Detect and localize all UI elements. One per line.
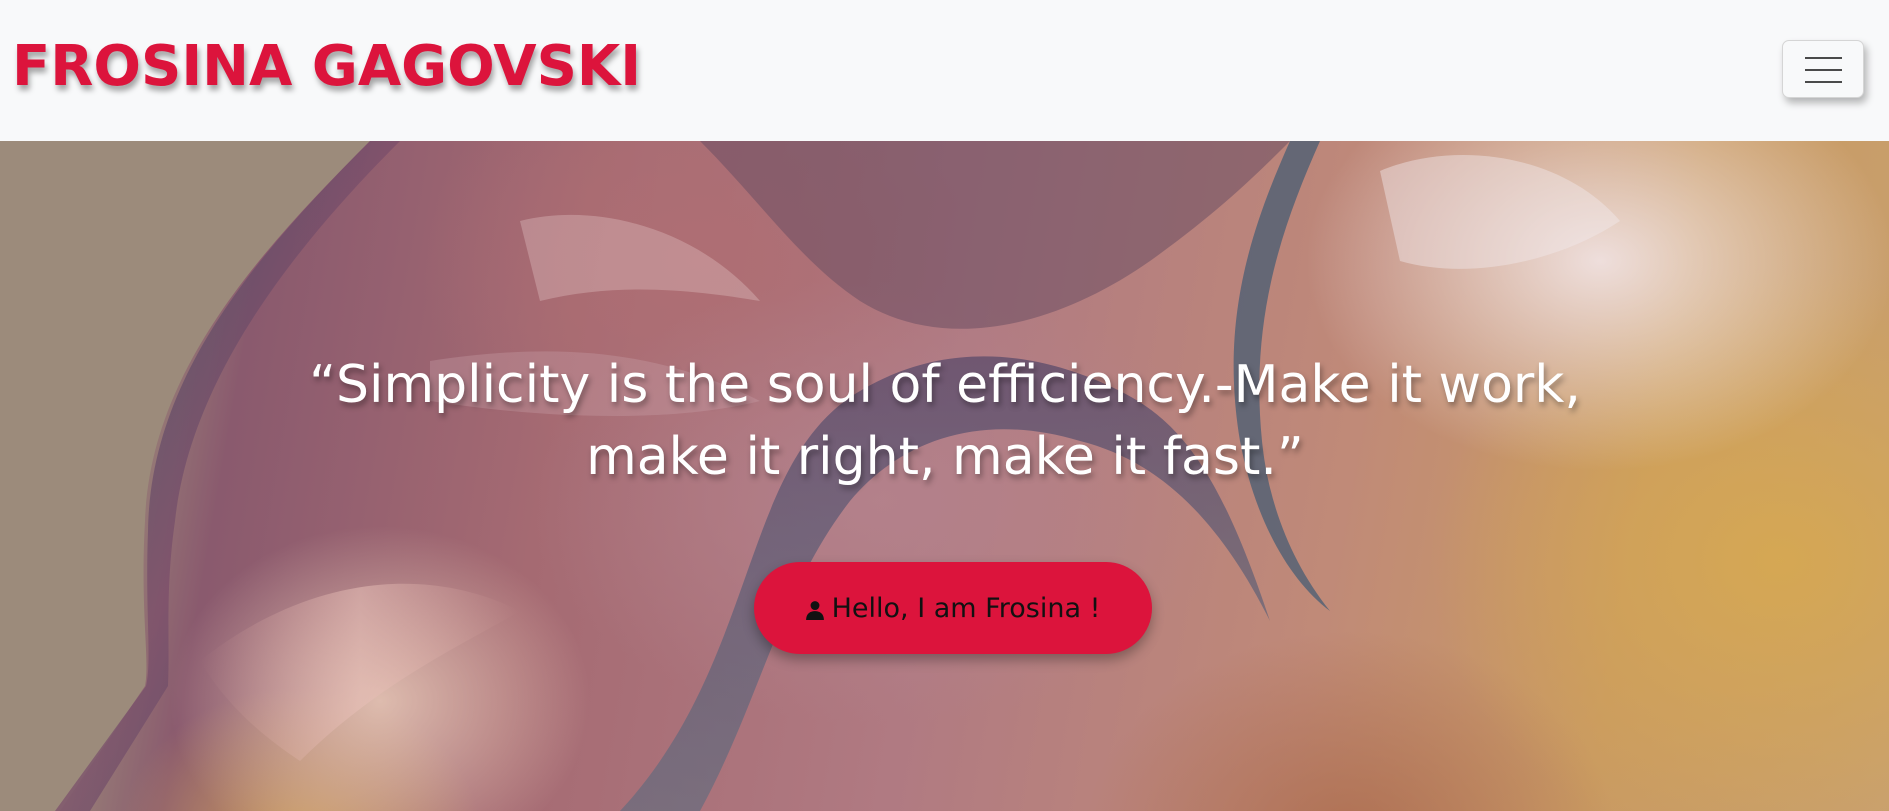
hero-quote: “Simplicity is the soul of efficiency.-M…	[309, 355, 1581, 487]
user-icon	[805, 601, 824, 620]
navbar: FROSINA GAGOVSKI	[0, 0, 1889, 141]
navbar-toggler-button[interactable]	[1782, 40, 1864, 98]
hello-cta-label: Hello, I am Frosina !	[831, 592, 1101, 624]
brand-logo-link[interactable]: FROSINA GAGOVSKI	[12, 32, 641, 102]
hello-cta-button[interactable]: Hello, I am Frosina !	[754, 562, 1152, 654]
hero-section: “Simplicity is the soul of efficiency.-M…	[0, 141, 1889, 811]
